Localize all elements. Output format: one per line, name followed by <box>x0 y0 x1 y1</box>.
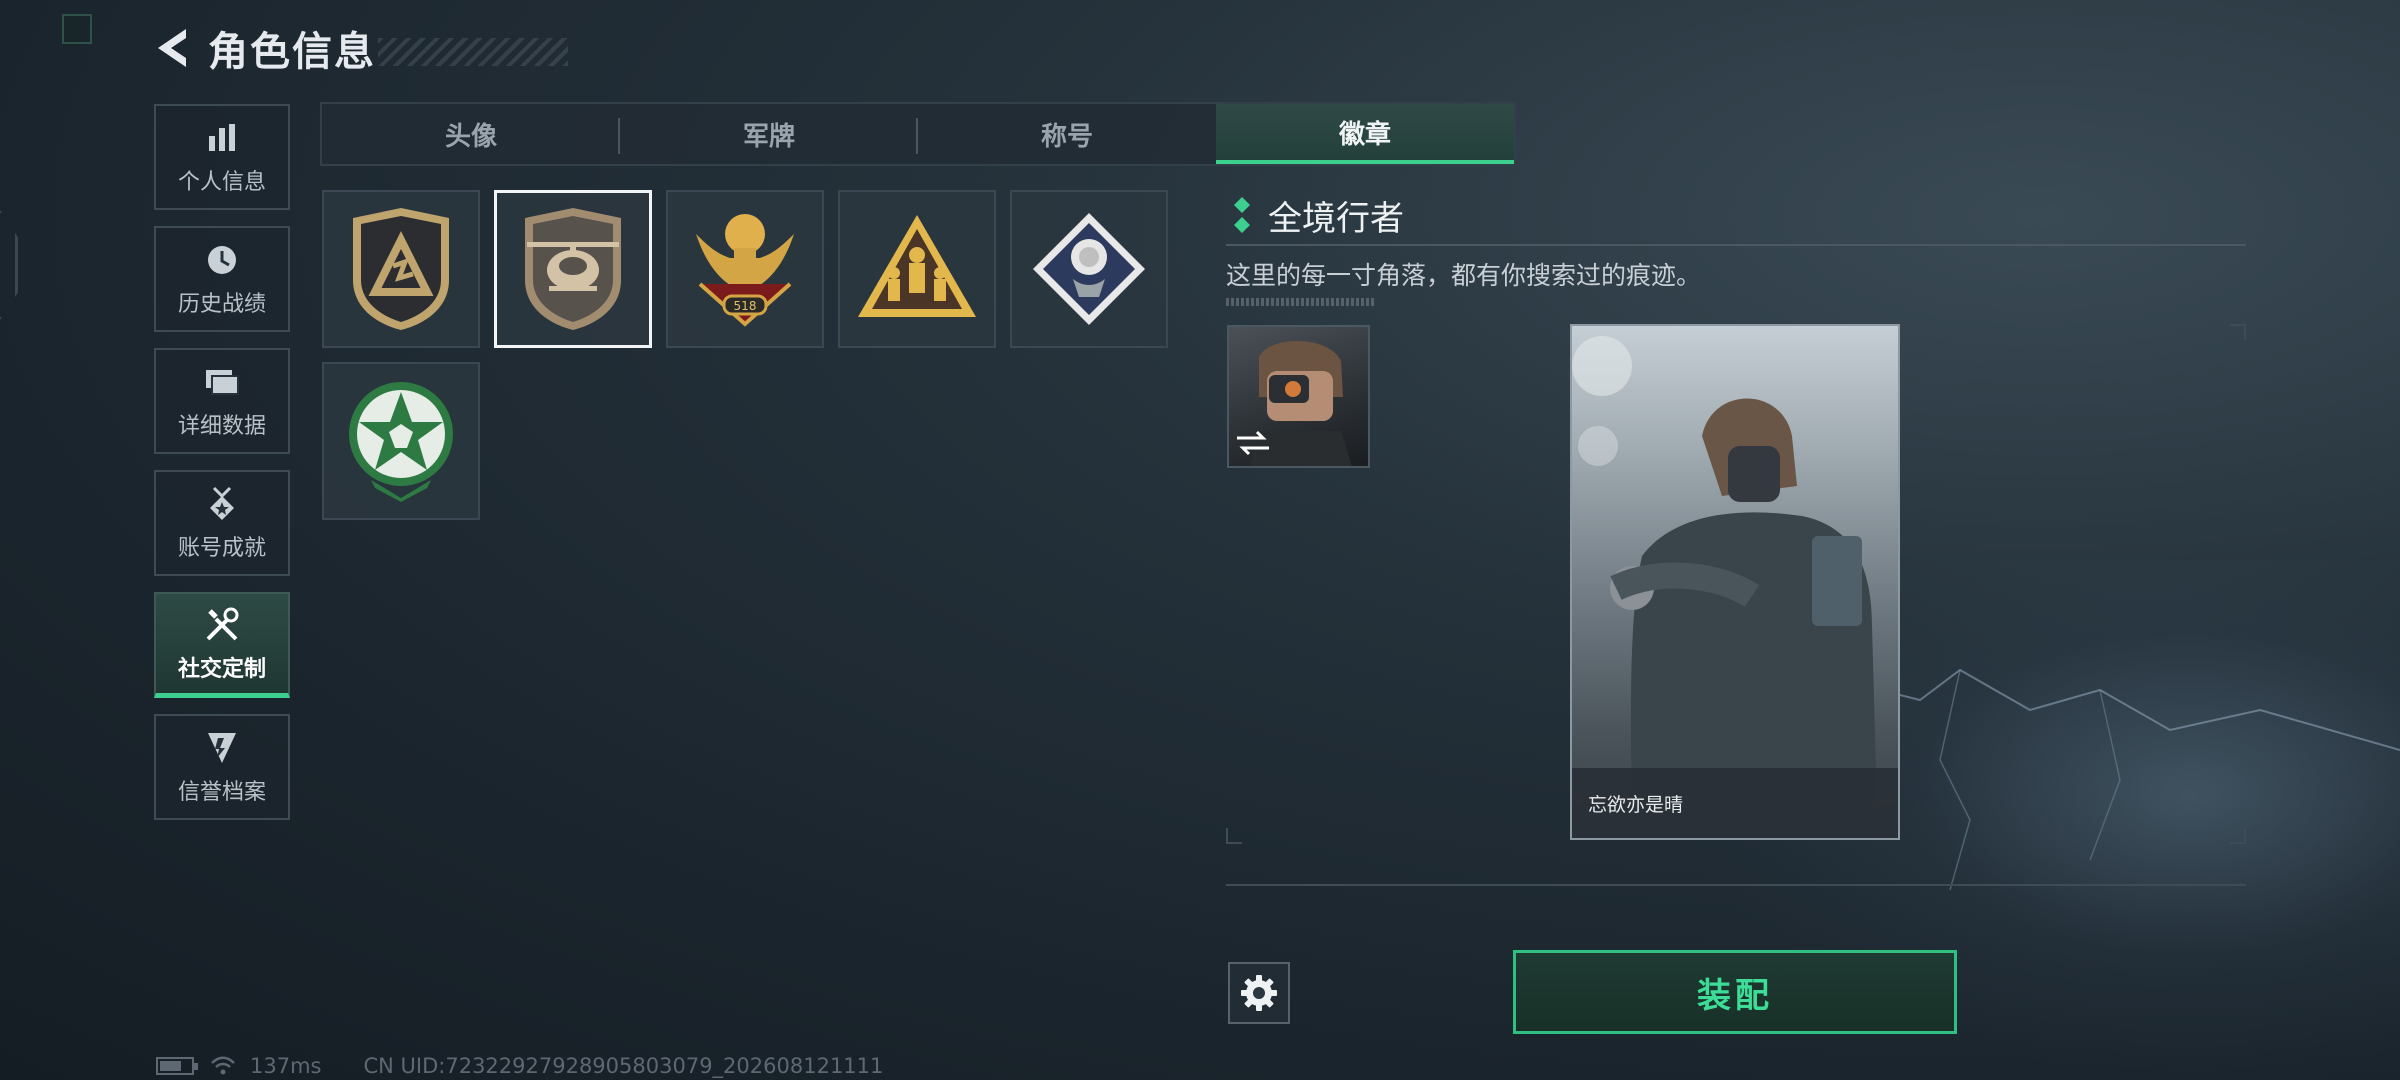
divider <box>1226 244 2246 246</box>
card-player-name: 忘欲亦是晴 <box>1588 793 1684 816</box>
tab-title[interactable]: 称号 <box>918 104 1216 164</box>
tab-bar: 头像 军牌 称号 徽章 <box>320 102 1516 166</box>
triangle-shield-badge-icon <box>353 208 449 330</box>
eagle-518-badge-icon: 518 <box>696 214 794 327</box>
divider <box>1226 884 2246 886</box>
sidebar-item-detailed-data[interactable]: 详细数据 <box>154 348 290 454</box>
sidebar-item-label: 信誉档案 <box>177 780 266 805</box>
character-card: 忘欲亦是晴 <box>1570 324 1900 840</box>
badge-slot-selected[interactable] <box>494 190 652 348</box>
left-edge-handle[interactable] <box>0 210 18 320</box>
diamond-marker-icon <box>1234 197 1250 233</box>
badge-text: 518 <box>734 299 757 313</box>
medal-icon <box>202 484 242 524</box>
folder-icon <box>202 362 242 402</box>
swap-arrows-icon[interactable] <box>1233 428 1273 462</box>
tab-dog-tag[interactable]: 军牌 <box>620 104 918 164</box>
badge-slot[interactable] <box>1010 190 1168 348</box>
badge-name: 全境行者 <box>1268 198 1404 239</box>
title-decoration <box>378 38 568 66</box>
badge-name-row: 全境行者 <box>1226 190 2246 240</box>
sidebar-item-social-customization[interactable]: 社交定制 <box>154 592 290 698</box>
tab-label: 称号 <box>1040 121 1093 152</box>
rose-diamond-badge-icon <box>1033 213 1145 325</box>
tools-icon <box>202 605 242 645</box>
helicopter-badge-icon <box>525 208 621 330</box>
avatar[interactable] <box>1227 325 1370 468</box>
wifi-icon <box>211 1056 235 1075</box>
tab-label: 徽章 <box>1338 119 1391 150</box>
sidebar-item-label: 详细数据 <box>177 414 266 439</box>
badge-detail-panel: 全境行者 这里的每一寸角落，都有你搜索过的痕迹。 <box>1226 190 2246 306</box>
badge-slot[interactable] <box>322 190 480 348</box>
badge-slot[interactable] <box>838 190 996 348</box>
equip-button-label: 装配 <box>1697 975 1773 1016</box>
sidebar-item-achievements[interactable]: 账号成就 <box>154 470 290 576</box>
frame-corner <box>2230 324 2246 340</box>
sidebar: 个人信息 历史战绩 详细数据 账号成就 社交定制 信誉档案 <box>154 104 290 836</box>
character-illustration-icon <box>1572 336 1878 838</box>
battery-icon <box>156 1057 198 1075</box>
shield-icon <box>202 728 242 768</box>
sidebar-item-label: 账号成就 <box>177 536 266 561</box>
tab-badge[interactable]: 徽章 <box>1216 104 1514 164</box>
gear-icon <box>1241 975 1277 1011</box>
user-uid: CN UID:72322927928905803079_202608121111 <box>363 1054 884 1078</box>
back-arrow-icon[interactable] <box>150 23 194 73</box>
obscured-text-bar <box>1226 298 1376 306</box>
badge-slot[interactable] <box>322 362 480 520</box>
status-bar: 137ms CN UID:72322927928905803079_202608… <box>156 1054 883 1078</box>
badge-description: 这里的每一寸角落，都有你搜索过的痕迹。 <box>1226 261 1702 290</box>
card-footer: 忘欲亦是晴 <box>1572 768 1898 838</box>
soldiers-triangle-badge-icon <box>858 215 976 317</box>
frame-corner <box>1226 828 1242 844</box>
ping-value: 137ms <box>250 1054 322 1078</box>
equip-button[interactable]: 装配 <box>1513 950 1957 1034</box>
sidebar-item-match-history[interactable]: 历史战绩 <box>154 226 290 332</box>
bar-chart-icon <box>202 118 242 158</box>
tab-label: 军牌 <box>742 121 795 152</box>
green-star-badge-icon <box>349 382 453 502</box>
badge-slot[interactable]: 518 <box>666 190 824 348</box>
sidebar-item-label: 个人信息 <box>177 170 266 195</box>
sidebar-item-label: 历史战绩 <box>177 292 266 317</box>
sidebar-item-credit-record[interactable]: 信誉档案 <box>154 714 290 820</box>
tab-label: 头像 <box>444 121 497 152</box>
tab-avatar[interactable]: 头像 <box>322 104 620 164</box>
sidebar-item-personal-info[interactable]: 个人信息 <box>154 104 290 210</box>
settings-button[interactable] <box>1228 962 1290 1024</box>
frame-corner <box>2230 828 2246 844</box>
clock-icon <box>202 240 242 280</box>
sidebar-item-label: 社交定制 <box>177 656 266 682</box>
page-title: 角色信息 <box>208 29 376 75</box>
header: 角色信息 <box>150 18 568 78</box>
battery-level <box>160 1061 181 1071</box>
corner-decoration <box>62 14 92 44</box>
